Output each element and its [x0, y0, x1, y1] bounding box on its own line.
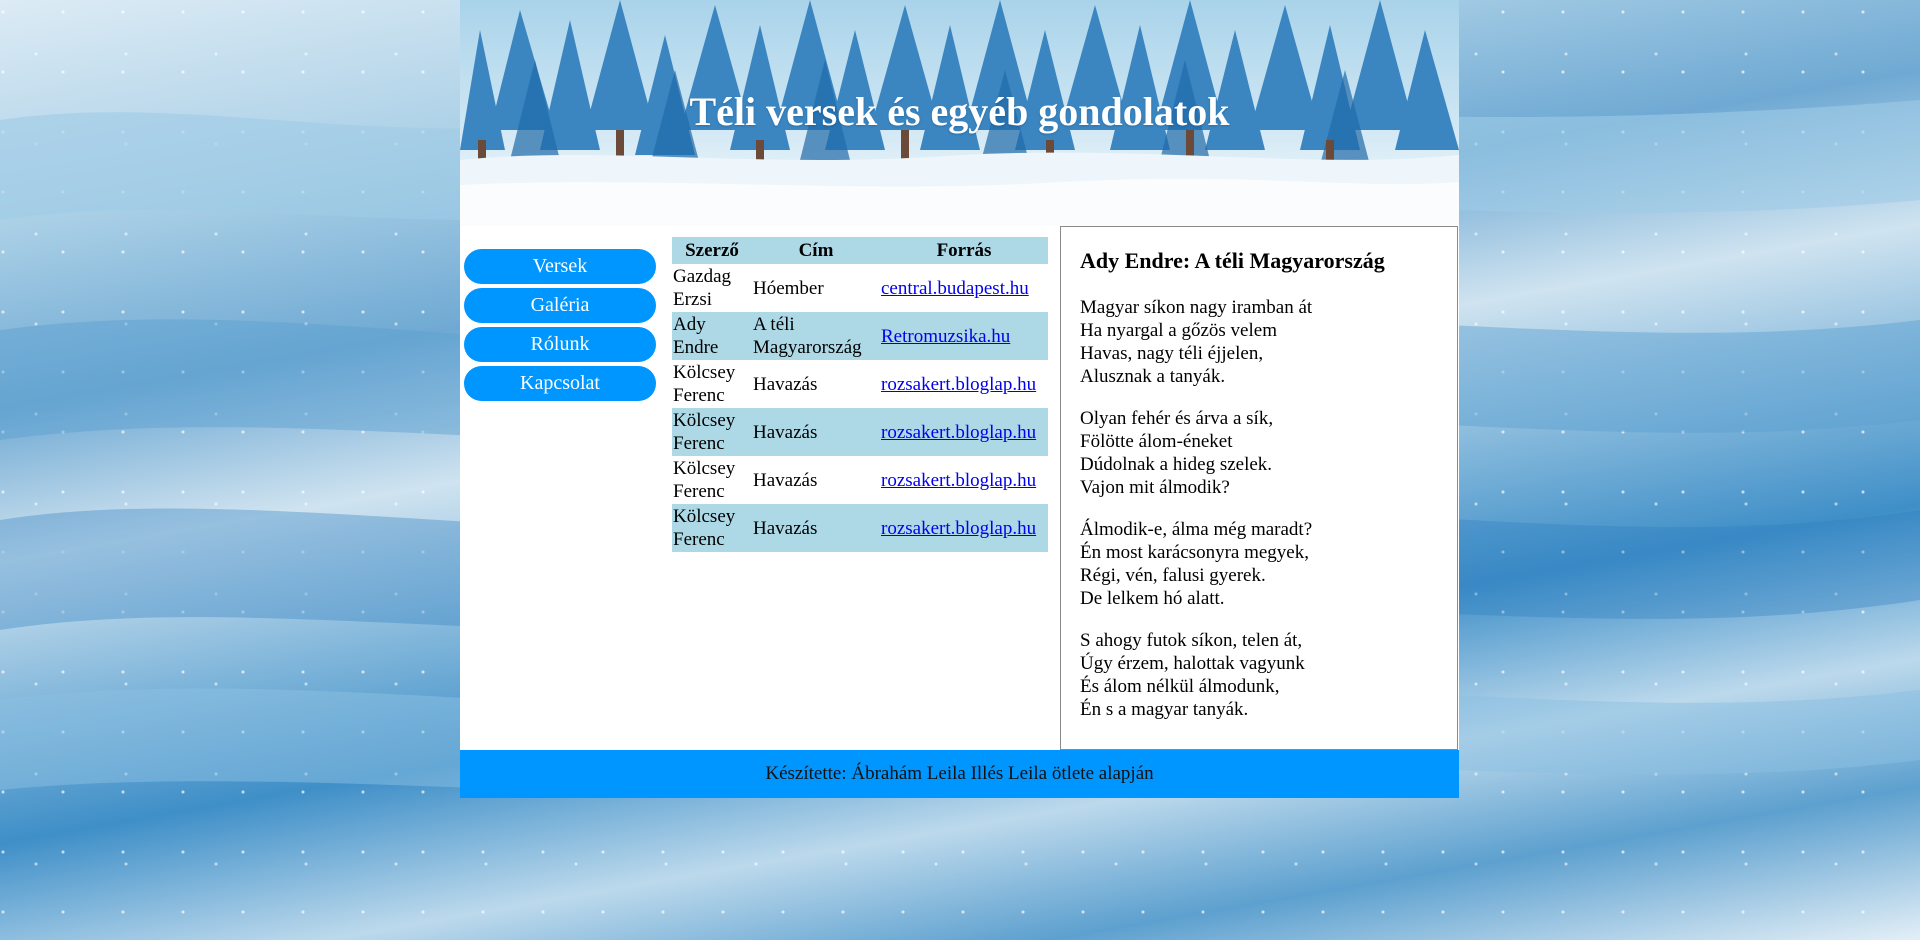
header-title: Cím — [752, 237, 880, 264]
nav-button-kapcsolat[interactable]: Kapcsolat — [464, 366, 656, 401]
header-source: Forrás — [880, 237, 1048, 264]
poem-line: Én s a magyar tanyák. — [1080, 699, 1249, 720]
cell-author: Kölcsey Ferenc — [672, 408, 752, 456]
side-navigation: Versek Galéria Rólunk Kapcsolat — [464, 249, 656, 405]
poem-line: Úgy érzem, halottak vagyunk — [1080, 653, 1305, 674]
cell-source: rozsakert.bloglap.hu — [880, 360, 1048, 408]
cell-source: Retromuzsika.hu — [880, 312, 1048, 360]
source-link[interactable]: rozsakert.bloglap.hu — [881, 422, 1036, 443]
cell-title: Havazás — [752, 504, 880, 552]
cell-author: Kölcsey Ferenc — [672, 504, 752, 552]
cell-source: rozsakert.bloglap.hu — [880, 504, 1048, 552]
table-header-row: Szerző Cím Forrás — [672, 237, 1048, 264]
poem-line: Álmodik-e, álma még maradt? — [1080, 519, 1313, 540]
site-header: Téli versek és egyéb gondolatok — [460, 0, 1459, 226]
table-row: Kölcsey Ferenc Havazás rozsakert.bloglap… — [672, 408, 1048, 456]
poem-line: De lelkem hó alatt. — [1080, 588, 1225, 609]
poem-line: Dúdolnak a hideg szelek. — [1080, 454, 1273, 475]
poem-title: Ady Endre: A téli Magyarország — [1080, 248, 1385, 273]
poem-stanza: Magyar síkon nagy iramban át Ha nyargal … — [1080, 296, 1438, 388]
nav-button-rolunk[interactable]: Rólunk — [464, 327, 656, 362]
poem-stanza: S ahogy futok síkon, telen át, Úgy érzem… — [1080, 629, 1438, 721]
cell-title: Havazás — [753, 469, 818, 491]
cell-title: Hóember — [753, 277, 824, 299]
page-container: Téli versek és egyéb gondolatok Versek G… — [460, 0, 1459, 798]
table-row: Kölcsey Ferenc Havazás rozsakert.bloglap… — [672, 456, 1048, 504]
table-row: Gazdag Erzsi Hóember central.budapest.hu — [672, 264, 1048, 312]
page-title: Téli versek és egyéb gondolatok — [689, 89, 1230, 134]
poem-line: Fölötte álom-éneket — [1080, 431, 1233, 452]
poem-line: S ahogy futok síkon, telen át, — [1080, 630, 1303, 651]
poem-line: Magyar síkon nagy iramban át — [1080, 297, 1313, 318]
poem-line: Régi, vén, falusi gyerek. — [1080, 565, 1266, 586]
poem-line: Alusznak a tanyák. — [1080, 366, 1226, 387]
cell-title: A téli Magyarország — [752, 312, 880, 360]
cell-author: Ady Endre — [672, 312, 752, 360]
cell-author: Gazdag Erzsi — [673, 266, 732, 310]
poem-panel: Ady Endre: A téli Magyarország Magyar sí… — [1060, 226, 1458, 750]
poem-line: És álom nélkül álmodunk, — [1080, 676, 1280, 697]
nav-button-galeria[interactable]: Galéria — [464, 288, 656, 323]
poem-line: Ha nyargal a gőzös velem — [1080, 320, 1277, 341]
table-row: Kölcsey Ferenc Havazás rozsakert.bloglap… — [672, 360, 1048, 408]
nav-button-versek[interactable]: Versek — [464, 249, 656, 284]
poems-table: Szerző Cím Forrás Gazdag Erzsi Hóember c… — [672, 237, 1048, 552]
cell-author: Kölcsey Ferenc — [673, 362, 736, 406]
header-author: Szerző — [672, 237, 752, 264]
table-row: Kölcsey Ferenc Havazás rozsakert.bloglap… — [672, 504, 1048, 552]
site-footer: Készítette: Ábrahám Leila Illés Leila öt… — [460, 750, 1459, 798]
cell-title: Havazás — [752, 408, 880, 456]
poem-line: Én most karácsonyra megyek, — [1080, 542, 1309, 563]
poem-stanza: Olyan fehér és árva a sík, Fölötte álom-… — [1080, 407, 1438, 499]
source-link[interactable]: Retromuzsika.hu — [881, 326, 1010, 347]
cell-source: rozsakert.bloglap.hu — [880, 408, 1048, 456]
cell-source: central.budapest.hu — [880, 264, 1048, 312]
source-link[interactable]: central.budapest.hu — [881, 278, 1029, 299]
poem-line: Olyan fehér és árva a sík, — [1080, 408, 1274, 429]
poem-line: Havas, nagy téli éjjelen, — [1080, 343, 1264, 364]
table-row: Ady Endre A téli Magyarország Retromuzsi… — [672, 312, 1048, 360]
cell-title: Havazás — [753, 373, 818, 395]
poem-line: Vajon mit álmodik? — [1080, 477, 1230, 498]
cell-source: rozsakert.bloglap.hu — [880, 456, 1048, 504]
source-link[interactable]: rozsakert.bloglap.hu — [881, 374, 1036, 395]
source-link[interactable]: rozsakert.bloglap.hu — [881, 518, 1036, 539]
cell-author: Kölcsey Ferenc — [673, 458, 736, 502]
source-link[interactable]: rozsakert.bloglap.hu — [881, 470, 1036, 491]
poem-stanza: Álmodik-e, álma még maradt? Én most kará… — [1080, 518, 1438, 610]
